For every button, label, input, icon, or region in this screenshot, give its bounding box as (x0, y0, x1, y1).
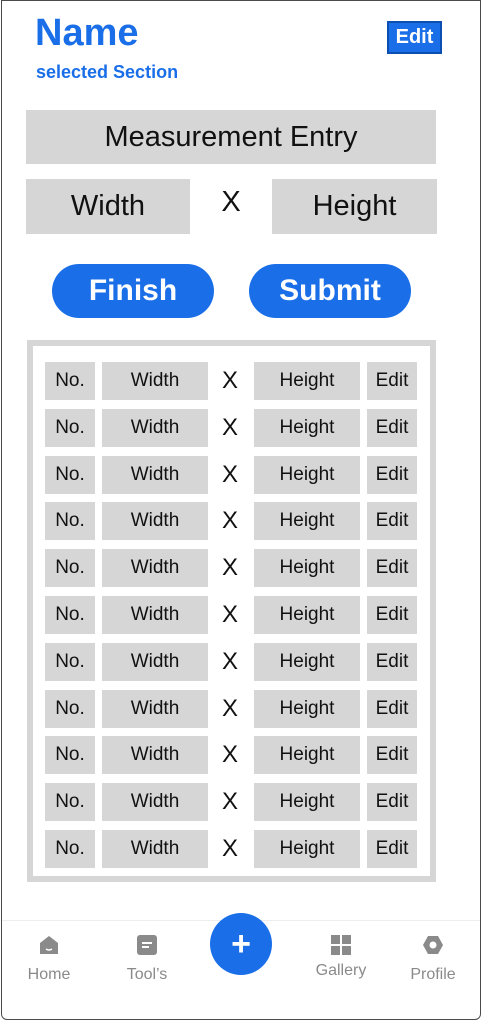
table-row: No. Width X Height Edit (45, 362, 421, 400)
row-width-cell[interactable]: Width (102, 783, 208, 821)
row-width-cell[interactable]: Width (102, 690, 208, 728)
tab-home-label: Home (27, 966, 71, 983)
row-times-separator: X (221, 695, 238, 722)
row-times-separator: X (221, 741, 238, 768)
times-separator: X (221, 186, 241, 218)
row-number-cell: No. (45, 736, 95, 774)
tab-gallery[interactable]: Gallery (310, 934, 372, 980)
table-row: No. Width X Height Edit (45, 549, 421, 587)
row-height-cell[interactable]: Height (254, 362, 360, 400)
table-row: No. Width X Height Edit (45, 596, 421, 634)
row-height-cell[interactable]: Height (254, 830, 360, 868)
row-edit-button[interactable]: Edit (367, 409, 417, 447)
row-height-cell[interactable]: Height (254, 690, 360, 728)
row-number-cell: No. (45, 783, 95, 821)
table-row: No. Width X Height Edit (45, 736, 421, 774)
row-times-separator: X (221, 601, 238, 628)
table-row: No. Width X Height Edit (45, 643, 421, 681)
tab-profile[interactable]: Profile (404, 934, 462, 984)
row-number-cell: No. (45, 456, 95, 494)
row-height-cell[interactable]: Height (254, 549, 360, 587)
row-times-separator: X (221, 414, 238, 441)
row-edit-button[interactable]: Edit (367, 502, 417, 540)
tab-gallery-label: Gallery (315, 962, 367, 979)
row-height-cell[interactable]: Height (254, 502, 360, 540)
row-number-cell: No. (45, 549, 95, 587)
row-number-cell: No. (45, 362, 95, 400)
row-number-cell: No. (45, 690, 95, 728)
row-height-cell[interactable]: Height (254, 456, 360, 494)
row-times-separator: X (221, 648, 238, 675)
row-edit-button[interactable]: Edit (367, 783, 417, 821)
table-row: No. Width X Height Edit (45, 409, 421, 447)
page-title: Name (35, 12, 139, 54)
submit-button[interactable]: Submit (249, 264, 411, 318)
table-row: No. Width X Height Edit (45, 830, 421, 868)
row-width-cell[interactable]: Width (102, 409, 208, 447)
row-width-cell[interactable]: Width (102, 362, 208, 400)
table-row: No. Width X Height Edit (45, 502, 421, 540)
row-width-cell[interactable]: Width (102, 643, 208, 681)
row-edit-button[interactable]: Edit (367, 830, 417, 868)
table-row: No. Width X Height Edit (45, 783, 421, 821)
grid-icon (330, 934, 352, 956)
row-times-separator: X (221, 554, 238, 581)
row-number-cell: No. (45, 409, 95, 447)
row-number-cell: No. (45, 643, 95, 681)
row-width-cell[interactable]: Width (102, 502, 208, 540)
height-field[interactable]: Height (272, 179, 437, 234)
row-height-cell[interactable]: Height (254, 736, 360, 774)
row-edit-button[interactable]: Edit (367, 549, 417, 587)
row-height-cell[interactable]: Height (254, 643, 360, 681)
row-times-separator: X (221, 788, 238, 815)
row-height-cell[interactable]: Height (254, 783, 360, 821)
row-times-separator: X (221, 507, 238, 534)
finish-button[interactable]: Finish (52, 264, 214, 318)
table-row: No. Width X Height Edit (45, 690, 421, 728)
tab-profile-label: Profile (410, 966, 456, 983)
add-button[interactable]: + (210, 913, 272, 975)
row-width-cell[interactable]: Width (102, 456, 208, 494)
row-width-cell[interactable]: Width (102, 596, 208, 634)
row-times-separator: X (221, 835, 238, 862)
home-icon (38, 934, 60, 956)
measurement-entry-title: Measurement Entry (26, 110, 436, 164)
tab-tools[interactable]: Tool’s (120, 934, 174, 984)
row-number-cell: No. (45, 502, 95, 540)
row-times-separator: X (221, 367, 238, 394)
row-height-cell[interactable]: Height (254, 409, 360, 447)
section-subtitle: selected Section (36, 62, 179, 82)
table-row: No. Width X Height Edit (45, 456, 421, 494)
edit-button[interactable]: Edit (387, 21, 442, 54)
width-field[interactable]: Width (26, 179, 190, 234)
row-times-separator: X (221, 461, 238, 488)
row-edit-button[interactable]: Edit (367, 643, 417, 681)
row-edit-button[interactable]: Edit (367, 362, 417, 400)
row-edit-button[interactable]: Edit (367, 456, 417, 494)
row-width-cell[interactable]: Width (102, 736, 208, 774)
row-edit-button[interactable]: Edit (367, 736, 417, 774)
profile-icon (422, 934, 444, 956)
document-icon (136, 934, 158, 956)
tab-home[interactable]: Home (24, 934, 74, 984)
row-edit-button[interactable]: Edit (367, 596, 417, 634)
row-width-cell[interactable]: Width (102, 830, 208, 868)
row-height-cell[interactable]: Height (254, 596, 360, 634)
row-edit-button[interactable]: Edit (367, 690, 417, 728)
plus-icon: + (231, 924, 251, 963)
row-number-cell: No. (45, 830, 95, 868)
row-width-cell[interactable]: Width (102, 549, 208, 587)
tab-tools-label: Tool’s (126, 966, 168, 983)
row-number-cell: No. (45, 596, 95, 634)
